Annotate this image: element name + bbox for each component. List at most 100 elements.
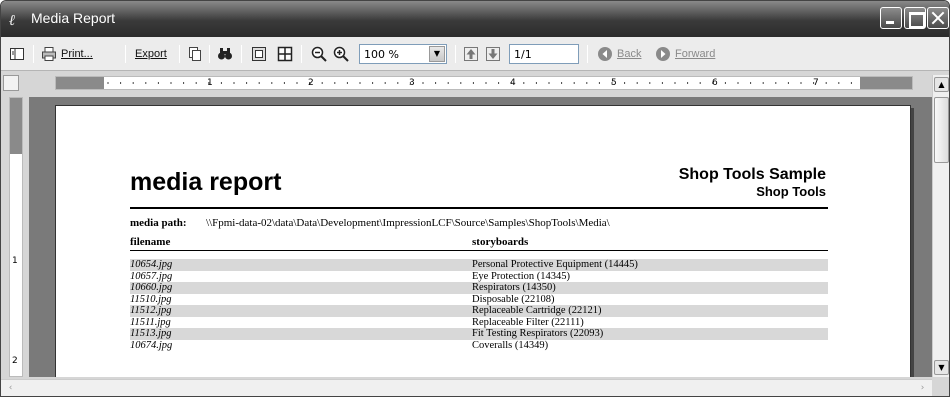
- back-label: Back: [617, 48, 642, 60]
- print-label: Print...: [61, 48, 93, 60]
- toolbar-separator: [209, 45, 210, 63]
- media-path-label: media path:: [130, 217, 187, 229]
- column-header-storyboards: storyboards: [472, 236, 529, 248]
- ruler-number: 2: [12, 356, 18, 366]
- export-button[interactable]: Export: [135, 45, 167, 63]
- filename-cell: 10660.jpg: [130, 282, 173, 293]
- printer-icon: [42, 47, 56, 61]
- page-number-value: 1/1: [514, 48, 532, 61]
- table-row: 10660.jpg Respirators (14350): [130, 282, 828, 294]
- chevron-down-icon: ▼: [429, 46, 445, 62]
- toolbar-separator: [179, 45, 180, 63]
- copy-button[interactable]: [187, 45, 203, 63]
- column-header-filename: filename: [130, 236, 171, 248]
- scroll-down-icon[interactable]: ▼: [934, 360, 949, 375]
- ruler-top-margin: [10, 98, 22, 154]
- binoculars-icon: [218, 48, 232, 60]
- storyboards-cell: Replaceable Filter (22111): [472, 316, 584, 328]
- table-row: 10674.jpg Coveralls (14349): [130, 340, 828, 352]
- ruler-number: 1: [12, 256, 18, 266]
- report-brand: Shop Tools Sample: [678, 166, 826, 183]
- ruler-number: 4: [510, 78, 516, 88]
- copy-icon: [189, 47, 201, 61]
- maximize-button[interactable]: [904, 7, 926, 29]
- scroll-left-icon[interactable]: ‹: [3, 381, 18, 396]
- previous-page-button[interactable]: [463, 45, 479, 63]
- zoom-value: 100 %: [364, 48, 399, 61]
- page-number-input[interactable]: 1/1: [509, 44, 579, 64]
- multi-page-button[interactable]: [277, 45, 293, 63]
- close-button[interactable]: [927, 7, 949, 29]
- title-bar: ℓ Media Report: [1, 1, 949, 37]
- find-button[interactable]: [217, 45, 233, 63]
- column-header-divider: [130, 250, 828, 251]
- horizontal-ruler: 1 2 3 4 5 6 7: [55, 76, 913, 90]
- ruler-number: 2: [308, 78, 314, 88]
- zoom-out-icon: [311, 46, 327, 62]
- media-path-value: \\Fpmi-data-02\data\Data\Development\Imp…: [206, 217, 610, 229]
- back-button[interactable]: Back: [597, 45, 641, 63]
- single-page-button[interactable]: [251, 45, 267, 63]
- toolbar: Print... Export 100 % ▼ 1/1 Back Forward: [1, 37, 949, 71]
- zoom-in-button[interactable]: [333, 45, 349, 63]
- ruler-number: 7: [813, 78, 819, 88]
- back-arrow-icon: [598, 47, 612, 61]
- zoom-out-button[interactable]: [311, 45, 327, 63]
- next-page-button[interactable]: [485, 45, 501, 63]
- report-title: media report: [130, 168, 282, 196]
- filename-cell: 11513.jpg: [130, 328, 172, 339]
- header-divider: [130, 207, 828, 209]
- report-viewport[interactable]: media report Shop Tools Sample Shop Tool…: [29, 97, 932, 377]
- ruler-number: 6: [712, 78, 718, 88]
- storyboards-cell: Personal Protective Equipment (14445): [472, 259, 638, 270]
- forward-label: Forward: [675, 48, 716, 60]
- ruler-corner: [3, 75, 19, 91]
- table-row: 11511.jpg Replaceable Filter (22111): [130, 317, 828, 329]
- toggle-sidebar-button[interactable]: [9, 45, 25, 63]
- toolbar-separator: [241, 45, 242, 63]
- scroll-up-icon[interactable]: ▲: [934, 77, 949, 92]
- storyboards-cell: Disposable (22108): [472, 293, 555, 305]
- toolbar-separator: [33, 45, 34, 63]
- sidebar-icon: [10, 48, 24, 60]
- filename-cell: 11510.jpg: [130, 293, 172, 305]
- forward-button[interactable]: Forward: [655, 45, 715, 63]
- ruler-number: 1: [207, 78, 213, 88]
- filename-cell: 11511.jpg: [130, 316, 171, 328]
- vertical-ruler: 1 2: [9, 97, 23, 377]
- storyboards-cell: Eye Protection (14345): [472, 270, 570, 282]
- table-row: 10657.jpg Eye Protection (14345): [130, 271, 828, 283]
- arrow-up-icon: [464, 47, 478, 61]
- horizontal-scrollbar[interactable]: ‹ ›: [1, 379, 932, 396]
- minimize-button[interactable]: [880, 7, 902, 29]
- vertical-scrollbar[interactable]: ▲ ▼: [932, 75, 949, 377]
- vertical-scroll-thumb[interactable]: [934, 97, 949, 163]
- toolbar-separator: [125, 45, 126, 63]
- filename-cell: 10654.jpg: [130, 259, 173, 270]
- toolbar-separator: [455, 45, 456, 63]
- report-page: media report Shop Tools Sample Shop Tool…: [55, 105, 911, 377]
- grid-icon: [277, 46, 293, 62]
- window-title: Media Report: [31, 10, 116, 26]
- zoom-in-icon: [333, 46, 349, 62]
- arrow-down-icon: [486, 47, 500, 61]
- table-row: 11510.jpg Disposable (22108): [130, 294, 828, 306]
- storyboards-cell: Fit Testing Respirators (22093): [472, 328, 604, 339]
- filename-cell: 11512.jpg: [130, 305, 172, 316]
- table-row: 11512.jpg Replaceable Cartridge (22121): [130, 305, 828, 317]
- toolbar-separator: [301, 45, 302, 63]
- zoom-select[interactable]: 100 % ▼: [359, 44, 447, 64]
- storyboards-cell: Replaceable Cartridge (22121): [472, 305, 602, 316]
- print-button[interactable]: Print...: [41, 45, 93, 63]
- media-table: 10654.jpg Personal Protective Equipment …: [130, 259, 828, 351]
- forward-arrow-icon: [656, 47, 670, 61]
- scroll-right-icon[interactable]: ›: [915, 381, 930, 396]
- storyboards-cell: Coveralls (14349): [472, 339, 549, 351]
- ruler-ticks: [107, 82, 852, 84]
- toolbar-separator: [587, 45, 588, 63]
- table-row: 10654.jpg Personal Protective Equipment …: [130, 259, 828, 271]
- ruler-number: 3: [409, 78, 415, 88]
- filename-cell: 10674.jpg: [130, 339, 173, 351]
- table-row: 11513.jpg Fit Testing Respirators (22093…: [130, 328, 828, 340]
- storyboards-cell: Respirators (14350): [472, 282, 556, 293]
